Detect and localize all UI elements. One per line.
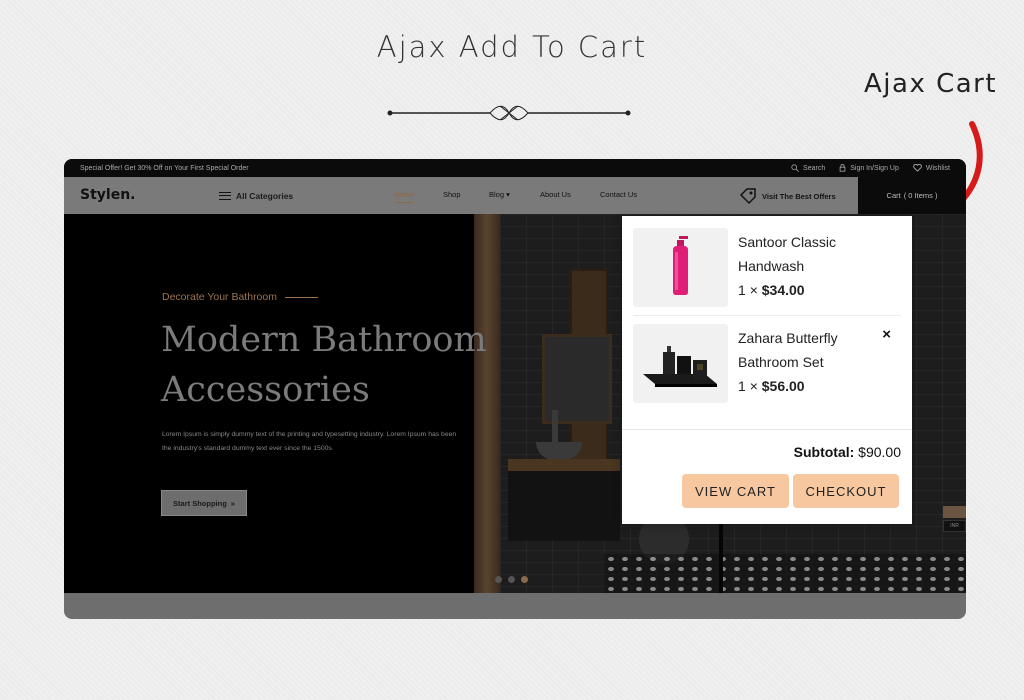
hero-kicker: Decorate Your Bathroom [162,291,318,303]
hero-description: Lorem Ipsum is simply dummy text of the … [162,431,457,452]
remove-item-icon[interactable]: × [882,326,891,343]
cart-item-price: $34.00 [761,282,805,298]
pink-soap-dispenser-icon [673,236,688,295]
cart-count: ( 0 Items ) [903,191,938,200]
promo-callout: Ajax Cart [864,69,998,99]
cart-item-quantity: 1 [738,282,746,298]
start-shopping-button[interactable]: Start Shopping » [161,490,247,516]
best-offers-link[interactable]: Visit The Best Offers [739,187,836,205]
hero-kicker-text: Decorate Your Bathroom [162,291,277,303]
main-nav: Stylen. All Categories Home Shop Blog ▾ … [64,177,966,214]
slider-dot[interactable] [495,576,502,583]
product-thumbnail[interactable] [633,324,728,403]
slider-dot-active[interactable] [521,576,528,583]
signin-link[interactable]: Sign In/Sign Up [839,164,899,172]
cart-item-quantity: 1 [738,378,746,394]
lock-icon [839,164,846,172]
all-categories-label: All Categories [236,191,294,201]
best-offers-label: Visit The Best Offers [762,191,836,201]
slider-dots [495,576,528,583]
nav-contact[interactable]: Contact Us [600,190,637,199]
currency-chip[interactable]: INR [943,520,966,532]
cart-item-qty: 1 × $56.00 [738,378,805,394]
double-chevron-right-icon: » [230,498,235,508]
view-cart-button[interactable]: VIEW CART [682,474,789,508]
ornament-divider [387,105,631,121]
special-offer-text: Special Offer! Get 30% Off on Your First… [80,164,249,172]
start-shopping-label: Start Shopping [173,498,227,508]
heart-icon [913,164,922,172]
menu-icon [219,192,231,200]
search-icon [791,164,799,172]
hero-title-line2: Accessories [161,370,370,410]
hero-title-line1: Modern Bathroom [161,320,487,360]
side-chip[interactable] [943,506,966,518]
cart-item-qty: 1 × $34.00 [738,282,805,298]
ajax-cart-dropdown: Santoor Classic Handwash 1 × $34.00 Zaha… [622,216,912,524]
subtotal-value: $90.00 [858,444,901,460]
cart-label: Cart [886,191,901,200]
wishlist-label: Wishlist [925,164,950,172]
search-label: Search [803,164,826,172]
hero-title: Modern Bathroom Accessories [161,315,487,415]
nav-about[interactable]: About Us [540,190,571,199]
chevron-down-icon: ▾ [506,190,510,199]
subtotal-label: Subtotal: [793,444,855,460]
black-bathroom-set-icon [643,346,717,387]
checkout-button[interactable]: CHECKOUT [793,474,899,508]
signin-label: Sign In/Sign Up [850,164,899,172]
cart-item-times: × [749,378,758,394]
wishlist-link[interactable]: Wishlist [913,164,950,172]
nav-home[interactable]: Home [394,190,415,203]
product-thumbnail[interactable] [633,228,728,307]
cart-item-price: $56.00 [761,378,805,394]
search-link[interactable]: Search [791,164,825,172]
tag-icon [739,188,756,205]
nav-shop[interactable]: Shop [443,190,461,199]
cart-subtotal: Subtotal: $90.00 [794,444,901,460]
promo-title: Ajax Add To Cart [376,30,648,64]
slider-dot[interactable] [508,576,515,583]
nav-blog[interactable]: Blog ▾ [489,190,510,199]
nav-blog-label: Blog [489,190,505,199]
cart-item: Santoor Classic Handwash 1 × $34.00 [633,228,901,316]
cart-item-name[interactable]: Santoor Classic Handwash [738,230,873,278]
all-categories-button[interactable]: All Categories [219,191,293,201]
cart-item-times: × [749,282,758,298]
cart-tab[interactable]: Cart ( 0 Items ) [858,177,966,214]
cart-item-name[interactable]: Zahara Butterfly Bathroom Set [738,326,873,374]
top-bar: Special Offer! Get 30% Off on Your First… [64,159,966,177]
cart-divider [622,429,912,430]
cart-item: Zahara Butterfly Bathroom Set 1 × $56.00… [633,324,901,404]
logo[interactable]: Stylen. [80,187,135,203]
